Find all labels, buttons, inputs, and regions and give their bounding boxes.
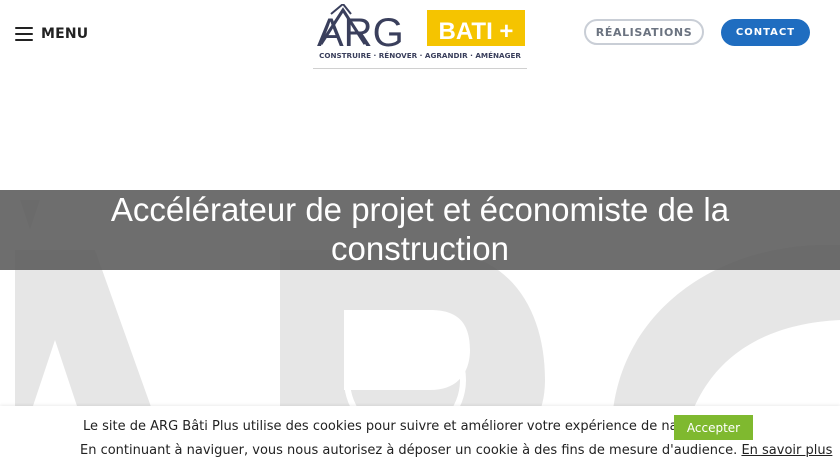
realisations-button[interactable]: RÉALISATIONS xyxy=(584,19,704,45)
site-header: MENU ARG BATI + CONSTRUIRE · RÉNOVER · A… xyxy=(0,0,840,76)
contact-button[interactable]: CONTACT xyxy=(721,19,810,46)
logo-tagline: CONSTRUIRE · RÉNOVER · AGRANDIR · AMÉNAG… xyxy=(319,51,521,60)
cookie-more-link[interactable]: En savoir plus xyxy=(741,443,832,458)
page-title-line1: Accélérateur de projet et économiste de … xyxy=(110,191,730,228)
logo-divider xyxy=(313,68,527,69)
page-title-line2: construction xyxy=(331,230,509,267)
page-title: Accélérateur de projet et économiste de … xyxy=(20,190,820,268)
hamburger-icon xyxy=(15,27,33,41)
cookie-accept-button[interactable]: Accepter xyxy=(674,415,753,440)
menu-label: MENU xyxy=(41,26,89,42)
site-logo[interactable]: ARG BATI + CONSTRUIRE · RÉNOVER · AGRAND… xyxy=(313,4,527,68)
logo-badge-text: BATI + xyxy=(439,18,514,45)
logo-brand-text: ARG xyxy=(317,11,404,55)
cookie-consent-text: En continuant à naviguer, vous nous auto… xyxy=(80,443,832,458)
cookie-consent-message: En continuant à naviguer, vous nous auto… xyxy=(80,443,738,458)
menu-toggle-button[interactable]: MENU xyxy=(15,26,88,42)
cookie-message: Le site de ARG Bâti Plus utilise des coo… xyxy=(83,419,731,434)
cookie-consent-bar: Le site de ARG Bâti Plus utilise des coo… xyxy=(0,406,840,460)
